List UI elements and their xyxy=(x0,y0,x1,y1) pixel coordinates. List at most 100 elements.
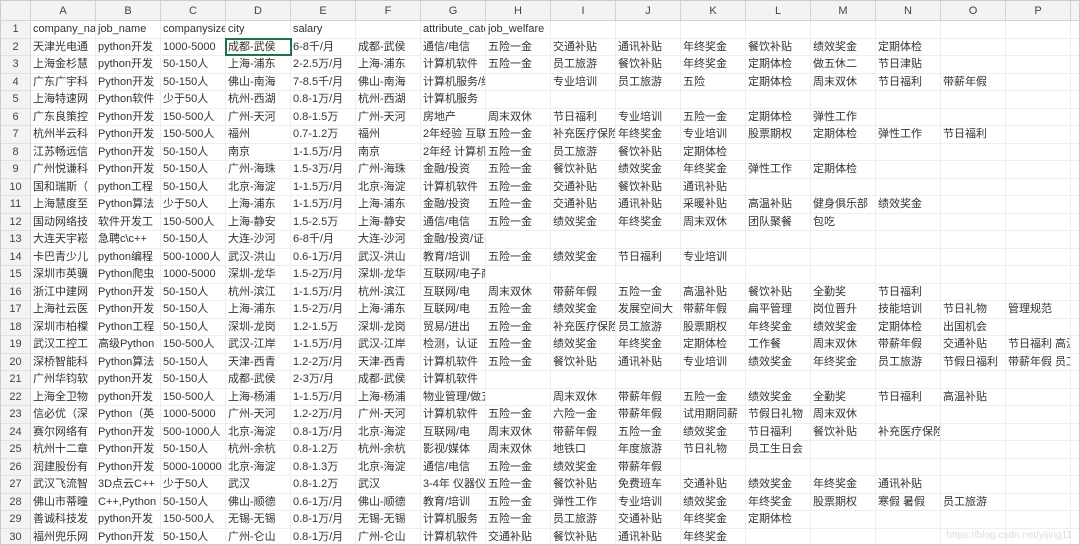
cell[interactable]: job_welfare xyxy=(486,21,551,38)
cell[interactable]: 五险一金 xyxy=(486,476,551,493)
cell[interactable] xyxy=(1006,424,1071,441)
cell[interactable]: 专业培训 xyxy=(551,74,616,91)
cell[interactable]: 2-2.5万/月 xyxy=(291,56,356,73)
cell[interactable]: 50-150人 xyxy=(161,441,226,458)
cell[interactable]: 房地产 xyxy=(421,109,486,126)
cell[interactable] xyxy=(486,371,551,388)
cell[interactable]: city xyxy=(226,21,291,38)
cell[interactable]: 通讯补贴 xyxy=(616,354,681,371)
cell[interactable]: 江苏畅远信 xyxy=(31,144,96,161)
cell[interactable] xyxy=(1006,459,1071,476)
cell[interactable]: 1-1.5万/月 xyxy=(291,284,356,301)
cell[interactable]: 节日福利 xyxy=(551,109,616,126)
cell[interactable]: 绩效奖金 xyxy=(746,389,811,406)
cell[interactable]: 年终奖金 xyxy=(681,39,746,56)
cell[interactable] xyxy=(1006,319,1071,336)
cell[interactable]: 五险一金 xyxy=(486,354,551,371)
cell[interactable]: 年终奖金 xyxy=(811,354,876,371)
cell[interactable]: 50-150人 xyxy=(161,284,226,301)
cell[interactable] xyxy=(876,406,941,423)
row-header-15[interactable]: 15 xyxy=(1,266,30,284)
cell[interactable]: python开发 xyxy=(96,56,161,73)
cell[interactable]: 深圳市英骥 xyxy=(31,266,96,283)
cell[interactable] xyxy=(681,231,746,248)
cell[interactable]: 上海-浦东 xyxy=(356,301,421,318)
cell[interactable]: 贸易/进出 xyxy=(421,319,486,336)
cell[interactable]: Python开发 xyxy=(96,529,161,545)
cell[interactable]: 检测，认证 xyxy=(421,336,486,353)
cell[interactable]: Python开发 xyxy=(96,301,161,318)
cell[interactable]: 成都-武侯 xyxy=(226,39,291,56)
cell[interactable]: 计算机软件 xyxy=(421,179,486,196)
cell[interactable]: 五险一金 xyxy=(486,494,551,511)
cell[interactable]: 广东良策控 xyxy=(31,109,96,126)
cell[interactable] xyxy=(941,196,1006,213)
cell[interactable]: 员工旅游 xyxy=(551,56,616,73)
cell[interactable]: Python开发 xyxy=(96,109,161,126)
cell[interactable]: 佛山市蒂曈 xyxy=(31,494,96,511)
cell[interactable]: 餐饮补贴 xyxy=(746,284,811,301)
cell[interactable] xyxy=(941,284,1006,301)
row-header-10[interactable]: 10 xyxy=(1,179,30,197)
cell[interactable]: 广州-天河 xyxy=(226,109,291,126)
cell[interactable]: 全勤奖 xyxy=(811,284,876,301)
cell[interactable]: 2年经 计算机软件 xyxy=(421,144,486,161)
cell[interactable]: 少于50人 xyxy=(161,476,226,493)
cell[interactable] xyxy=(811,529,876,545)
cell[interactable]: 交通补贴 xyxy=(616,511,681,528)
cell[interactable]: 全勤奖 xyxy=(811,389,876,406)
cell[interactable]: Python工程 xyxy=(96,319,161,336)
cell[interactable]: 通讯补贴 xyxy=(616,196,681,213)
cell[interactable]: 专业培训 xyxy=(681,354,746,371)
cell[interactable]: 绩效奖金 xyxy=(551,214,616,231)
cell[interactable]: Python开发 xyxy=(96,74,161,91)
cell[interactable] xyxy=(616,91,681,108)
cell[interactable]: 2年经验 互联网/电 xyxy=(421,126,486,143)
col-header-L[interactable]: L xyxy=(746,1,811,20)
cell[interactable]: 员工旅游 xyxy=(941,494,1006,511)
cell[interactable]: 50-150人 xyxy=(161,354,226,371)
cell[interactable]: 0.8-1万/月 xyxy=(291,424,356,441)
cell[interactable]: 150-500人 xyxy=(161,511,226,528)
cell[interactable]: 定期体检 xyxy=(876,319,941,336)
cell[interactable]: 无锡-无锡 xyxy=(356,511,421,528)
cell[interactable]: 出国机会 xyxy=(941,319,1006,336)
cell[interactable] xyxy=(876,266,941,283)
cell[interactable]: 浙江中建网 xyxy=(31,284,96,301)
cell[interactable]: 150-500人 xyxy=(161,126,226,143)
cell[interactable]: 计算机服务/绩效奖金 xyxy=(421,74,486,91)
cell[interactable]: 1-1.5万/月 xyxy=(291,196,356,213)
cell[interactable]: 50-150人 xyxy=(161,494,226,511)
cell[interactable]: 50-150人 xyxy=(161,371,226,388)
cell[interactable] xyxy=(1006,494,1071,511)
cell[interactable] xyxy=(1006,179,1071,196)
cell[interactable]: 绩效奖金 xyxy=(616,161,681,178)
cell[interactable]: 五险一金 xyxy=(616,284,681,301)
cell[interactable]: 通讯补贴 xyxy=(681,179,746,196)
cell[interactable]: 周末双休 xyxy=(811,74,876,91)
cell[interactable] xyxy=(1006,39,1071,56)
cell[interactable]: 上海-浦东 xyxy=(356,56,421,73)
cell[interactable] xyxy=(941,214,1006,231)
cell[interactable]: 50-150人 xyxy=(161,529,226,545)
cell[interactable]: salary xyxy=(291,21,356,38)
cell[interactable]: 上海慧度至 xyxy=(31,196,96,213)
cell[interactable]: 年度旅游 xyxy=(616,441,681,458)
col-header-B[interactable]: B xyxy=(96,1,161,20)
cell[interactable]: 餐饮补贴 xyxy=(616,56,681,73)
cell[interactable] xyxy=(811,371,876,388)
cell[interactable]: 0.8-1万/月 xyxy=(291,91,356,108)
cell[interactable]: python开发 xyxy=(96,389,161,406)
cell[interactable] xyxy=(681,91,746,108)
cell[interactable]: 周末双休 xyxy=(486,284,551,301)
cell[interactable]: 国动网络技 xyxy=(31,214,96,231)
cell[interactable]: companysize xyxy=(161,21,226,38)
cell[interactable]: 定期体检 xyxy=(746,74,811,91)
cell[interactable]: 信必优（深 xyxy=(31,406,96,423)
cell[interactable]: 团队聚餐 xyxy=(746,214,811,231)
cell[interactable]: 年终奖金 xyxy=(616,214,681,231)
cell[interactable]: C++,Python xyxy=(96,494,161,511)
row-header-9[interactable]: 9 xyxy=(1,161,30,179)
col-header-A[interactable]: A xyxy=(31,1,96,20)
row-header-17[interactable]: 17 xyxy=(1,301,30,319)
